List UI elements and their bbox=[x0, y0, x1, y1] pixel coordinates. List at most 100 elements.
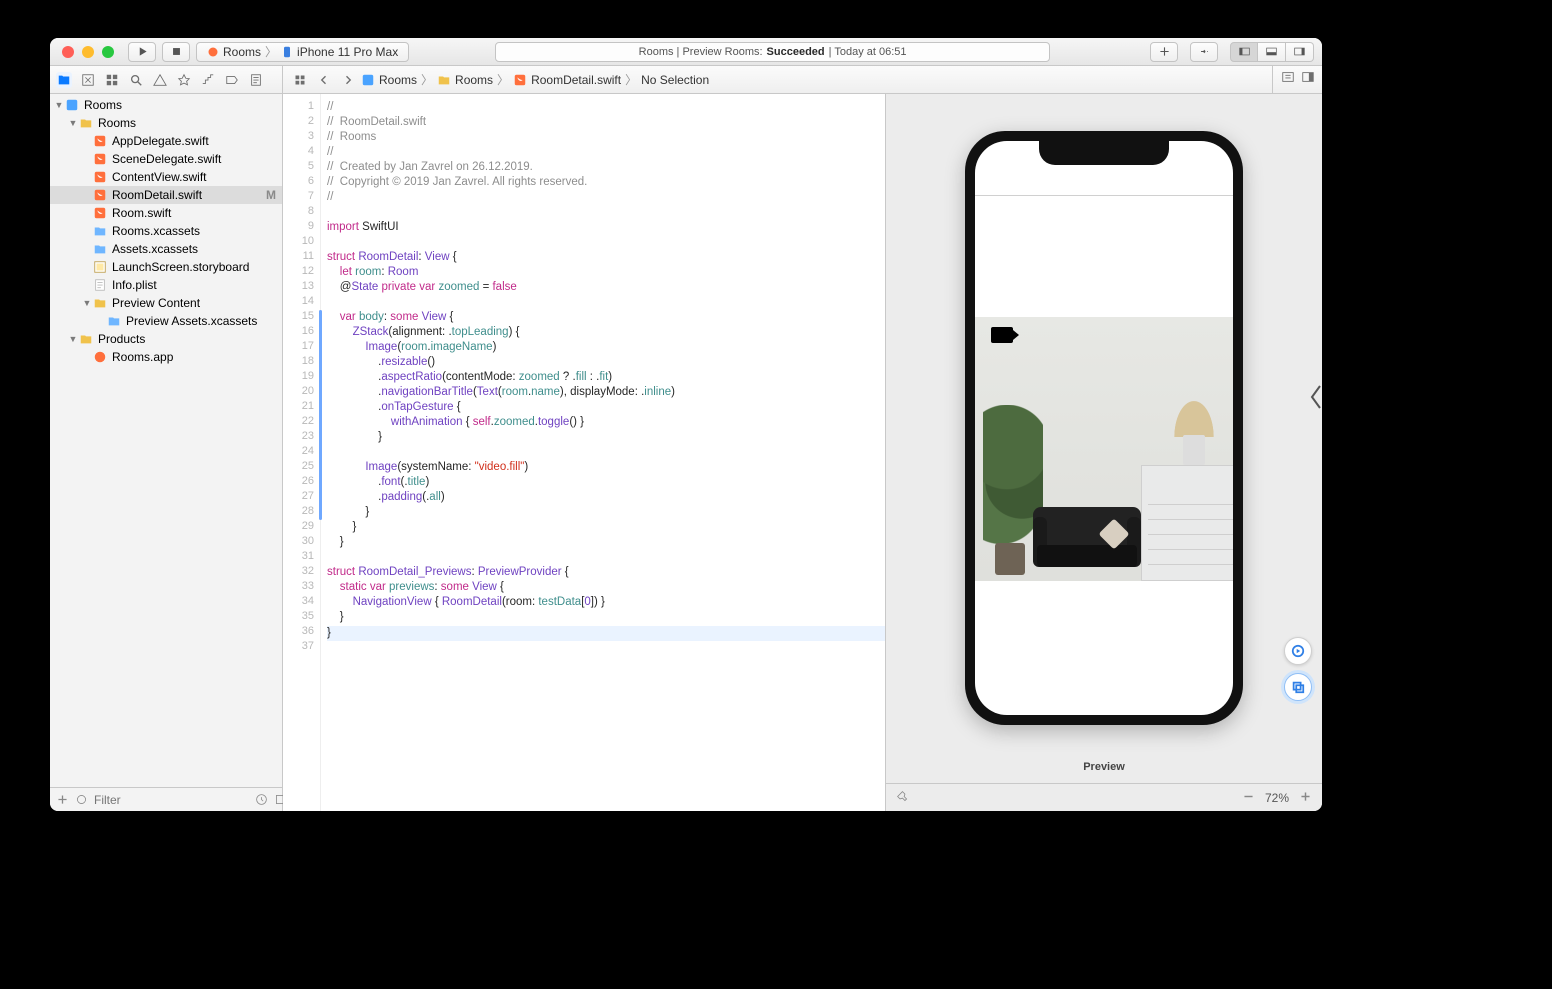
file-tree-row[interactable]: Assets.xcassets bbox=[50, 240, 282, 258]
file-tree-row[interactable]: Info.plist bbox=[50, 276, 282, 294]
jump-bar-item[interactable]: RoomDetail.swift bbox=[513, 73, 621, 87]
file-tree-label: Preview Content bbox=[112, 296, 200, 310]
storyboard-icon bbox=[92, 260, 108, 274]
preview-canvas[interactable] bbox=[886, 94, 1322, 761]
jump-bar-item[interactable]: Rooms bbox=[437, 73, 493, 87]
file-tree-row[interactable]: ▼Rooms bbox=[50, 96, 282, 114]
file-tree-label: ContentView.swift bbox=[112, 170, 207, 184]
duplicate-preview-button[interactable] bbox=[1284, 673, 1312, 701]
file-tree-label: AppDelegate.swift bbox=[112, 134, 209, 148]
related-items-icon[interactable] bbox=[289, 69, 311, 91]
window-controls bbox=[58, 46, 128, 58]
source-editor[interactable]: 1234567891011121314151617181920212223242… bbox=[283, 94, 886, 811]
file-tree-row[interactable]: RoomDetail.swiftM bbox=[50, 186, 282, 204]
run-button[interactable] bbox=[128, 42, 156, 62]
file-tree-label: Rooms.xcassets bbox=[112, 224, 200, 238]
project-navigator-icon[interactable] bbox=[56, 72, 72, 88]
panel-toggles bbox=[1230, 42, 1314, 62]
canvas-tools bbox=[1284, 637, 1312, 701]
file-tree-row[interactable]: ▼Rooms bbox=[50, 114, 282, 132]
line-gutter: 1234567891011121314151617181920212223242… bbox=[283, 94, 321, 811]
issue-navigator-icon[interactable] bbox=[152, 72, 168, 88]
jump-bar-item[interactable]: No Selection bbox=[641, 73, 709, 87]
zoom-out-icon[interactable] bbox=[1242, 790, 1255, 806]
device-frame bbox=[965, 131, 1243, 725]
file-tree-label: RoomDetail.swift bbox=[112, 188, 202, 202]
activity-status: Succeeded bbox=[767, 46, 825, 58]
adjust-editor-icon[interactable] bbox=[1301, 70, 1315, 89]
xcode-window: Rooms 〉 iPhone 11 Pro Max Rooms | Previe… bbox=[50, 38, 1322, 811]
source-control-navigator-icon[interactable] bbox=[80, 72, 96, 88]
folder-icon bbox=[78, 332, 94, 346]
swift-icon bbox=[92, 188, 108, 202]
file-tree-label: Room.swift bbox=[112, 206, 171, 220]
dresser-graphic bbox=[1141, 465, 1233, 581]
jump-bar[interactable]: Rooms〉Rooms〉RoomDetail.swift〉No Selectio… bbox=[283, 66, 1272, 93]
file-tree-row[interactable]: ▼Products bbox=[50, 330, 282, 348]
file-tree[interactable]: ▼Rooms▼Rooms AppDelegate.swift SceneDelega… bbox=[50, 94, 282, 787]
file-tree-label: SceneDelegate.swift bbox=[112, 152, 221, 166]
navigator-tabs bbox=[50, 66, 283, 93]
close-window-icon[interactable] bbox=[62, 46, 74, 58]
toggle-navigator-button[interactable] bbox=[1230, 42, 1258, 62]
next-preview-icon[interactable] bbox=[1308, 384, 1322, 410]
file-tree-row[interactable]: ContentView.swift bbox=[50, 168, 282, 186]
debug-navigator-icon[interactable] bbox=[200, 72, 216, 88]
video-fill-icon bbox=[991, 327, 1013, 343]
code-review-button[interactable] bbox=[1190, 42, 1218, 62]
show-authors-icon[interactable] bbox=[1281, 70, 1295, 89]
stop-button[interactable] bbox=[162, 42, 190, 62]
file-tree-label: Products bbox=[98, 332, 145, 346]
file-tree-row[interactable]: LaunchScreen.storyboard bbox=[50, 258, 282, 276]
activity-prefix: Rooms | Preview Rooms: bbox=[639, 46, 763, 58]
toggle-inspector-button[interactable] bbox=[1286, 42, 1314, 62]
jump-bar-path: Rooms〉Rooms〉RoomDetail.swift〉No Selectio… bbox=[361, 71, 709, 88]
go-back-icon[interactable] bbox=[313, 69, 335, 91]
preview-label: Preview bbox=[886, 761, 1322, 783]
go-forward-icon[interactable] bbox=[337, 69, 359, 91]
plist-icon bbox=[92, 278, 108, 292]
find-navigator-icon[interactable] bbox=[128, 72, 144, 88]
device-screen bbox=[975, 141, 1233, 715]
swift-icon bbox=[92, 170, 108, 184]
live-preview-button[interactable] bbox=[1284, 637, 1312, 665]
file-tree-row[interactable]: AppDelegate.swift bbox=[50, 132, 282, 150]
test-navigator-icon[interactable] bbox=[176, 72, 192, 88]
toolbar-right bbox=[1150, 42, 1314, 62]
zoom-in-icon[interactable] bbox=[1299, 790, 1312, 806]
filter-input[interactable] bbox=[94, 793, 249, 807]
scheme-device-label: iPhone 11 Pro Max bbox=[297, 45, 398, 59]
library-button[interactable] bbox=[1150, 42, 1178, 62]
breakpoint-navigator-icon[interactable] bbox=[224, 72, 240, 88]
preview-panel: Preview 72% bbox=[886, 94, 1322, 811]
report-navigator-icon[interactable] bbox=[248, 72, 264, 88]
file-tree-row[interactable]: Room.swift bbox=[50, 204, 282, 222]
zoom-window-icon[interactable] bbox=[102, 46, 114, 58]
activity-viewer[interactable]: Rooms | Preview Rooms: Succeeded | Today… bbox=[495, 42, 1050, 62]
file-tree-row[interactable]: SceneDelegate.swift bbox=[50, 150, 282, 168]
filter-scope-icon[interactable] bbox=[75, 793, 88, 807]
symbol-navigator-icon[interactable] bbox=[104, 72, 120, 88]
swift-icon bbox=[92, 134, 108, 148]
minimize-window-icon[interactable] bbox=[82, 46, 94, 58]
file-tree-row[interactable]: Preview Assets.xcassets bbox=[50, 312, 282, 330]
room-image bbox=[975, 317, 1233, 581]
pin-preview-icon[interactable] bbox=[896, 790, 909, 806]
file-tree-row[interactable]: Rooms.app bbox=[50, 348, 282, 366]
scheme-selector[interactable]: Rooms 〉 iPhone 11 Pro Max bbox=[196, 42, 409, 62]
file-tree-row[interactable]: ▼Preview Content bbox=[50, 294, 282, 312]
navigator-selector-bar: Rooms〉Rooms〉RoomDetail.swift〉No Selectio… bbox=[50, 66, 1322, 94]
code-area[interactable]: //// RoomDetail.swift// Rooms//// Create… bbox=[321, 94, 885, 811]
file-tree-row[interactable]: Rooms.xcassets bbox=[50, 222, 282, 240]
jump-bar-item[interactable]: Rooms bbox=[361, 73, 417, 87]
toggle-debug-area-button[interactable] bbox=[1258, 42, 1286, 62]
add-file-icon[interactable] bbox=[56, 793, 69, 807]
project-navigator: ▼Rooms▼Rooms AppDelegate.swift SceneDelega… bbox=[50, 94, 283, 811]
navigator-filter-bar bbox=[50, 787, 282, 811]
recent-files-icon[interactable] bbox=[255, 793, 268, 807]
app-icon bbox=[92, 350, 108, 364]
titlebar: Rooms 〉 iPhone 11 Pro Max Rooms | Previe… bbox=[50, 38, 1322, 66]
file-tree-label: Rooms bbox=[84, 98, 122, 112]
file-tree-label: Assets.xcassets bbox=[112, 242, 198, 256]
device-notch bbox=[1039, 141, 1169, 165]
